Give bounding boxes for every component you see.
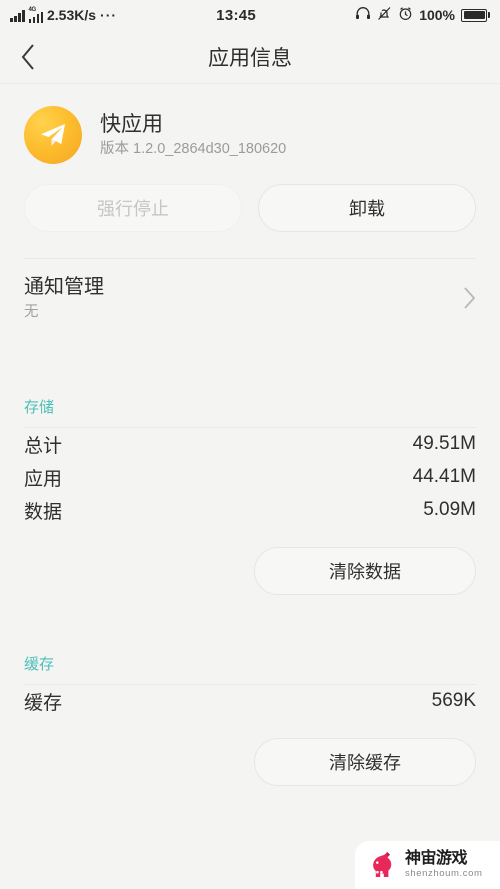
storage-section-header: 存储 xyxy=(24,398,55,416)
battery-icon xyxy=(461,8,490,22)
storage-section: 存储 总计 49.51M 应用 44.41M 数据 5.09M 清除数据 xyxy=(0,396,500,595)
cache-section: 缓存 缓存 569K 清除缓存 xyxy=(0,653,500,786)
notification-text: 通知管理 无 xyxy=(24,277,463,320)
cache-row-label: 缓存 xyxy=(24,692,63,714)
force-stop-button[interactable]: 强行停止 xyxy=(24,184,242,232)
back-button[interactable] xyxy=(0,30,56,84)
app-info-screen: 4G 2.53K/s ··· 13:45 100% 应用信息 快应用 版本 1.… xyxy=(0,0,500,889)
chevron-right-icon xyxy=(464,287,476,309)
page-title: 应用信息 xyxy=(208,46,292,70)
notification-management-row[interactable]: 通知管理 无 xyxy=(0,259,500,342)
storage-row-label: 应用 xyxy=(24,468,63,490)
chevron-left-icon xyxy=(21,43,34,70)
watermark-name-en: shenzhoum.com xyxy=(405,868,483,880)
paper-plane-icon xyxy=(24,106,82,164)
watermark-name-cn: 神宙游戏 xyxy=(405,850,468,868)
battery-percent-label: 100% xyxy=(419,7,455,23)
uninstall-button[interactable]: 卸载 xyxy=(258,184,476,232)
clear-cache-button[interactable]: 清除缓存 xyxy=(254,737,476,786)
storage-row-value: 44.41M xyxy=(412,466,476,487)
status-bar-left: 4G 2.53K/s ··· xyxy=(10,7,117,23)
cache-row-value: 569K xyxy=(431,690,476,711)
storage-row-label: 数据 xyxy=(24,501,63,523)
table-row: 数据 5.09M xyxy=(0,494,500,527)
storage-row-value: 5.09M xyxy=(423,499,476,520)
notification-title: 通知管理 xyxy=(24,276,104,298)
status-bar-right: 100% xyxy=(355,6,490,25)
status-bar: 4G 2.53K/s ··· 13:45 100% xyxy=(0,0,500,30)
table-row: 总计 49.51M xyxy=(0,428,500,461)
action-buttons: 强行停止 卸载 xyxy=(0,184,500,232)
app-header: 快应用 版本 1.2.0_2864d30_180620 xyxy=(0,84,500,184)
alarm-clock-icon xyxy=(398,6,413,25)
unicorn-logo-icon xyxy=(373,852,392,877)
table-row: 缓存 569K xyxy=(0,685,500,718)
storage-row-value: 49.51M xyxy=(412,433,476,454)
clear-data-button-wrap: 清除数据 xyxy=(0,527,500,595)
storage-row-label: 总计 xyxy=(24,435,63,457)
title-bar: 应用信息 xyxy=(0,30,500,84)
watermark-text: 神宙游戏 shenzhoum.com xyxy=(405,851,483,879)
table-row: 应用 44.41M xyxy=(0,461,500,494)
headphone-icon xyxy=(355,6,371,24)
clear-cache-button-wrap: 清除缓存 xyxy=(0,718,500,786)
notification-subtitle: 无 xyxy=(24,304,39,320)
app-meta: 快应用 版本 1.2.0_2864d30_180620 xyxy=(100,114,286,157)
clear-data-button[interactable]: 清除数据 xyxy=(254,546,476,595)
bell-muted-icon xyxy=(377,6,392,25)
status-bar-clock: 13:45 xyxy=(216,6,257,24)
cache-section-header: 缓存 xyxy=(24,655,55,673)
app-name: 快应用 xyxy=(100,112,163,136)
app-version: 版本 1.2.0_2864d30_180620 xyxy=(100,140,287,157)
network-type-4g-icon: 4G xyxy=(28,6,43,23)
status-overflow-icon: ··· xyxy=(100,7,118,23)
signal-bars-icon xyxy=(10,9,25,22)
network-type-label: 4G xyxy=(28,6,37,13)
watermark: 神宙游戏 shenzhoum.com xyxy=(355,841,500,889)
network-speed-label: 2.53K/s xyxy=(47,7,97,23)
